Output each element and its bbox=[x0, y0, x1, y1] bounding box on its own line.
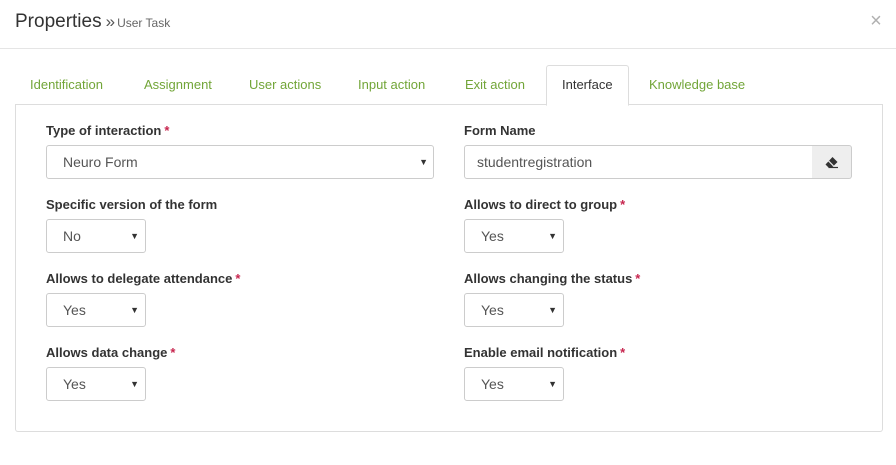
delegate-attendance-value: Yes bbox=[63, 302, 86, 318]
specific-version-value: No bbox=[63, 228, 81, 244]
caret-down-icon: ▼ bbox=[130, 231, 139, 241]
eraser-icon bbox=[825, 157, 838, 169]
changing-status-value: Yes bbox=[481, 302, 504, 318]
type-of-interaction-label: Type of interaction * bbox=[46, 123, 170, 138]
type-of-interaction-select[interactable]: Neuro Form ▼ bbox=[46, 145, 434, 179]
tab-knowledge-base[interactable]: Knowledge base bbox=[634, 65, 760, 105]
changing-status-label: Allows changing the status * bbox=[464, 271, 641, 286]
required-marker: * bbox=[164, 123, 170, 138]
direct-to-group-value: Yes bbox=[481, 228, 504, 244]
data-change-label: Allows data change * bbox=[46, 345, 176, 360]
direct-to-group-label: Allows to direct to group * bbox=[464, 197, 626, 212]
title-subtitle: User Task bbox=[117, 16, 171, 30]
tab-identification[interactable]: Identification bbox=[15, 65, 118, 105]
tab-interface[interactable]: Interface bbox=[546, 65, 629, 106]
tab-user-actions[interactable]: User actions bbox=[234, 65, 336, 105]
close-button[interactable]: × bbox=[866, 10, 886, 32]
email-notification-select[interactable]: Yes ▼ bbox=[464, 367, 564, 401]
required-marker: * bbox=[635, 271, 641, 286]
delegate-attendance-label: Allows to delegate attendance * bbox=[46, 271, 241, 286]
caret-down-icon: ▼ bbox=[130, 379, 139, 389]
tab-exit-action[interactable]: Exit action bbox=[450, 65, 540, 105]
data-change-select[interactable]: Yes ▼ bbox=[46, 367, 146, 401]
modal-header: Properties» User Task × bbox=[0, 0, 896, 49]
tab-bar: Identification Assignment User actions I… bbox=[15, 65, 883, 106]
required-marker: * bbox=[235, 271, 241, 286]
required-marker: * bbox=[170, 345, 176, 360]
data-change-value: Yes bbox=[63, 376, 86, 392]
specific-version-select[interactable]: No ▼ bbox=[46, 219, 146, 253]
modal-title: Properties» User Task bbox=[15, 11, 170, 33]
direct-to-group-select[interactable]: Yes ▼ bbox=[464, 219, 564, 253]
title-text: Properties bbox=[15, 11, 102, 32]
email-notification-value: Yes bbox=[481, 376, 504, 392]
delegate-attendance-select[interactable]: Yes ▼ bbox=[46, 293, 146, 327]
close-icon[interactable]: × bbox=[870, 10, 882, 32]
form-name-input[interactable]: studentregistration bbox=[464, 145, 813, 179]
caret-down-icon: ▼ bbox=[548, 305, 557, 315]
specific-version-label: Specific version of the form bbox=[46, 197, 218, 212]
caret-down-icon: ▼ bbox=[130, 305, 139, 315]
title-separator: » bbox=[105, 12, 116, 31]
changing-status-select[interactable]: Yes ▼ bbox=[464, 293, 564, 327]
required-marker: * bbox=[620, 345, 626, 360]
clear-form-name-button[interactable] bbox=[812, 145, 852, 179]
caret-down-icon: ▼ bbox=[548, 379, 557, 389]
required-marker: * bbox=[620, 197, 626, 212]
form-name-value: studentregistration bbox=[477, 154, 593, 170]
caret-down-icon: ▼ bbox=[548, 231, 557, 241]
type-of-interaction-value: Neuro Form bbox=[63, 154, 138, 170]
tab-assignment[interactable]: Assignment bbox=[129, 65, 227, 105]
form-name-label: Form Name bbox=[464, 123, 536, 138]
email-notification-label: Enable email notification * bbox=[464, 345, 626, 360]
caret-down-icon: ▼ bbox=[419, 157, 428, 167]
tab-input-action[interactable]: Input action bbox=[343, 65, 440, 105]
